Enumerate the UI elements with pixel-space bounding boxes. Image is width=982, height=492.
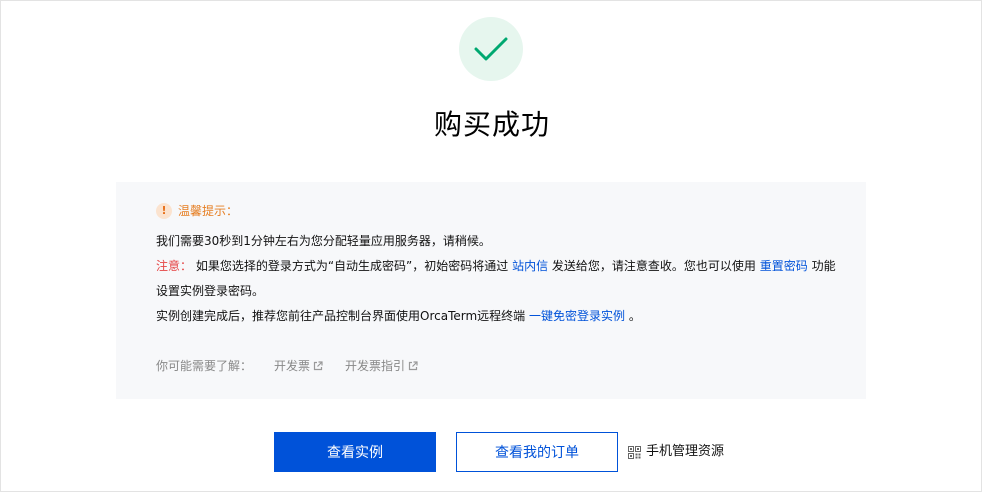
exclamation-icon: ! [156,203,172,219]
tips-panel: ! 温馨提示： 我们需要30秒到1分钟左右为您分配轻量应用服务器，请稍候。 注意… [116,182,866,399]
checkmark-icon [474,37,508,61]
site-message-link[interactable]: 站内信 [512,259,548,273]
learn-more: 你可能需要了解： 开发票 开发票指引 [156,357,418,375]
view-orders-button[interactable]: 查看我的订单 [456,432,618,472]
invoice-guide-link-label: 开发票指引 [345,359,406,373]
notice-label: 注意： [156,259,193,273]
tips-heading: ! 温馨提示： [156,202,238,220]
page-title: 购买成功 [433,108,550,141]
orcaterm-text-post: 。 [625,309,641,323]
tips-body: 我们需要30秒到1分钟左右为您分配轻量应用服务器，请稍候。 注意： 如果您选择的… [156,229,836,329]
invoice-link-label: 开发票 [274,359,311,373]
learn-more-label: 你可能需要了解： [156,359,253,373]
tips-heading-label: 温馨提示： [178,204,239,218]
qr-code-icon [628,445,641,459]
page-frame: 购买成功 ! 温馨提示： 我们需要30秒到1分钟左右为您分配轻量应用服务器，请稍… [0,0,982,492]
passwordless-login-link[interactable]: 一键免密登录实例 [529,309,625,323]
tip-line-notice: 注意： 如果您选择的登录方式为“自动生成密码”，初始密码将通过 站内信 发送给您… [156,254,836,304]
invoice-link[interactable]: 开发票 [274,357,323,375]
mobile-manage-link[interactable]: 手机管理资源 [628,443,724,461]
tip-line-allocation: 我们需要30秒到1分钟左右为您分配轻量应用服务器，请稍候。 [156,234,491,248]
notice-text-pre: 如果您选择的登录方式为“自动生成密码”，初始密码将通过 [192,259,513,273]
mobile-manage-label: 手机管理资源 [646,444,725,459]
external-link-icon [313,361,323,371]
notice-text-mid: 发送给您，请注意查收。您也可以使用 [548,259,760,273]
reset-password-link[interactable]: 重置密码 [760,259,808,273]
tip-line-orcaterm: 实例创建完成后，推荐您前往产品控制台界面使用OrcaTerm远程终端 一键免密登… [156,304,836,329]
orcaterm-text-pre: 实例创建完成后，推荐您前往产品控制台界面使用OrcaTerm远程终端 [156,309,529,323]
success-badge [459,17,523,81]
view-instance-button[interactable]: 查看实例 [274,432,436,472]
invoice-guide-link[interactable]: 开发票指引 [345,357,418,375]
external-link-icon [408,361,418,371]
